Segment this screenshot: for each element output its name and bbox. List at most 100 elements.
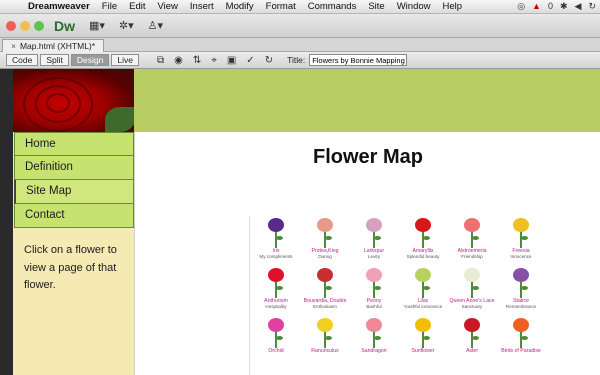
user-icon[interactable]: ♙▾ <box>148 19 163 32</box>
nav-definition[interactable]: Definition <box>14 156 134 180</box>
flower-image[interactable] <box>508 266 534 298</box>
flower-image[interactable] <box>263 266 289 298</box>
notification-badge[interactable]: 0 <box>548 1 553 12</box>
flower-image[interactable] <box>508 216 534 248</box>
zoom-window-button[interactable] <box>34 20 44 31</box>
layout-menu-icon[interactable]: ▦▾ <box>89 19 105 32</box>
page-title-input[interactable] <box>309 54 408 66</box>
flower-image[interactable] <box>361 266 387 298</box>
flower-peony[interactable]: Peony Bashful <box>350 266 398 316</box>
flower-meaning: Bashful <box>366 304 382 309</box>
flower-name[interactable]: Orchid <box>268 348 283 354</box>
flower-amaryllis[interactable]: Amaryllis Splendid beauty <box>399 216 447 266</box>
flower-meaning: Hospitality <box>265 304 287 309</box>
close-tab-icon[interactable]: × <box>11 41 16 51</box>
nav-home[interactable]: Home <box>14 132 134 156</box>
menu-commands[interactable]: Commands <box>302 1 363 12</box>
flower-name[interactable]: Sunflower <box>411 348 434 354</box>
flower-meaning: Enthusiasm <box>312 304 337 309</box>
document-tab-bar: × Map.html (XHTML)* <box>0 38 600 52</box>
file-management-icon[interactable]: ⇅ <box>193 55 201 66</box>
menu-app-name[interactable]: Dreamweaver <box>22 1 96 12</box>
flower-orchid[interactable]: Orchid <box>252 316 300 366</box>
live-view-button[interactable]: Live <box>111 54 139 66</box>
menu-insert[interactable]: Insert <box>184 1 220 12</box>
flower-image[interactable] <box>508 316 534 348</box>
flower-birds-of-paradise[interactable]: Birds of Paradise <box>497 316 545 366</box>
close-window-button[interactable] <box>6 20 16 31</box>
volume-icon[interactable]: ◀ <box>575 1 582 12</box>
minimize-window-button[interactable] <box>20 20 30 31</box>
menu-help[interactable]: Help <box>437 1 469 12</box>
flower-anthurium[interactable]: Anthurium Hospitality <box>252 266 300 316</box>
menu-window[interactable]: Window <box>391 1 437 12</box>
design-view-button[interactable]: Design <box>70 54 110 66</box>
nav-contact[interactable]: Contact <box>14 204 134 228</box>
flower-statice[interactable]: Statice Remembrance <box>497 266 545 316</box>
flower-meaning: Remembrance <box>505 304 537 309</box>
flower-image[interactable] <box>459 266 485 298</box>
flower-meaning: Daring <box>318 254 332 259</box>
alert-icon[interactable]: ▲ <box>532 1 541 12</box>
inspect-icon[interactable]: ⌖ <box>211 55 217 66</box>
bluetooth-icon[interactable]: ✱ <box>560 1 568 12</box>
flower-name[interactable]: Ranunculus <box>311 348 338 354</box>
main-content: Flower Map Iris My compliments Protea,King… <box>134 132 600 375</box>
flower-sunflower[interactable]: Sunflower <box>399 316 447 366</box>
flower-image[interactable] <box>312 316 338 348</box>
nav-site-map[interactable]: Site Map <box>14 180 134 204</box>
flower-image[interactable] <box>361 316 387 348</box>
flower-image[interactable] <box>263 316 289 348</box>
menu-view[interactable]: View <box>151 1 183 12</box>
flower-map-grid: Iris My compliments Protea,King Daring Larks… <box>249 216 541 375</box>
design-view-canvas: Home Definition Site Map Contact Click o… <box>13 69 600 375</box>
flower-image[interactable] <box>312 266 338 298</box>
flower-meaning: Levity <box>367 254 380 259</box>
globe-icon[interactable]: ◎ <box>517 1 525 12</box>
menu-modify[interactable]: Modify <box>220 1 260 12</box>
flower-protea-king[interactable]: Protea,King Daring <box>301 216 349 266</box>
flower-queen-anne-s-lace[interactable]: Queen Anne's Lace Sanctuary <box>448 266 496 316</box>
flower-name[interactable]: Sandragon <box>361 348 386 354</box>
window-controls <box>6 20 44 31</box>
menu-format[interactable]: Format <box>260 1 302 12</box>
flower-image[interactable] <box>459 316 485 348</box>
document-tab[interactable]: × Map.html (XHTML)* <box>2 39 105 52</box>
flower-freesia[interactable]: Freesia Innocence <box>497 216 545 266</box>
flower-image[interactable] <box>410 266 436 298</box>
refresh-icon[interactable]: ↻ <box>265 55 273 66</box>
flower-alstroemeria[interactable]: Alstroemeria Friendship <box>448 216 496 266</box>
flower-image[interactable] <box>459 216 485 248</box>
code-view-button[interactable]: Code <box>6 54 39 66</box>
flower-ranunculus[interactable]: Ranunculus <box>301 316 349 366</box>
menu-file[interactable]: File <box>96 1 123 12</box>
multiscreen-icon[interactable]: ⧉ <box>157 55 164 66</box>
flower-name[interactable]: Birds of Paradise <box>501 348 541 354</box>
flower-iris[interactable]: Iris My compliments <box>252 216 300 266</box>
visual-aids-icon[interactable]: ▣ <box>227 55 236 66</box>
check-page-icon[interactable]: ✓ <box>246 55 254 66</box>
flower-aster[interactable]: Aster <box>448 316 496 366</box>
flower-image[interactable] <box>361 216 387 248</box>
flower-bouvardia-double[interactable]: Bouvardia, Double Enthusiasm <box>301 266 349 316</box>
toolbar-icons: ⧉ ◉ ⇅ ⌖ ▣ ✓ ↻ <box>157 55 273 66</box>
flower-lilac[interactable]: Lilac Youthful innocence <box>399 266 447 316</box>
sync-icon[interactable]: ↻ <box>588 1 596 12</box>
header-banner <box>134 69 600 132</box>
flower-image[interactable] <box>410 216 436 248</box>
dreamweaver-logo: Dw <box>54 17 75 34</box>
flower-larkspur[interactable]: Larkspur Levity <box>350 216 398 266</box>
menu-site[interactable]: Site <box>362 1 390 12</box>
split-view-button[interactable]: Split <box>40 54 69 66</box>
flower-sandragon[interactable]: Sandragon <box>350 316 398 366</box>
left-gutter <box>0 69 13 375</box>
flower-image[interactable] <box>410 316 436 348</box>
flower-name[interactable]: Aster <box>466 348 478 354</box>
flower-image[interactable] <box>312 216 338 248</box>
gear-icon[interactable]: ✲▾ <box>119 19 134 32</box>
preview-icon[interactable]: ◉ <box>174 55 183 66</box>
flower-meaning: Friendship <box>461 254 483 259</box>
flower-image[interactable] <box>263 216 289 248</box>
menu-edit[interactable]: Edit <box>123 1 151 12</box>
document-toolbar: Code Split Design Live ⧉ ◉ ⇅ ⌖ ▣ ✓ ↻ Tit… <box>0 52 600 69</box>
